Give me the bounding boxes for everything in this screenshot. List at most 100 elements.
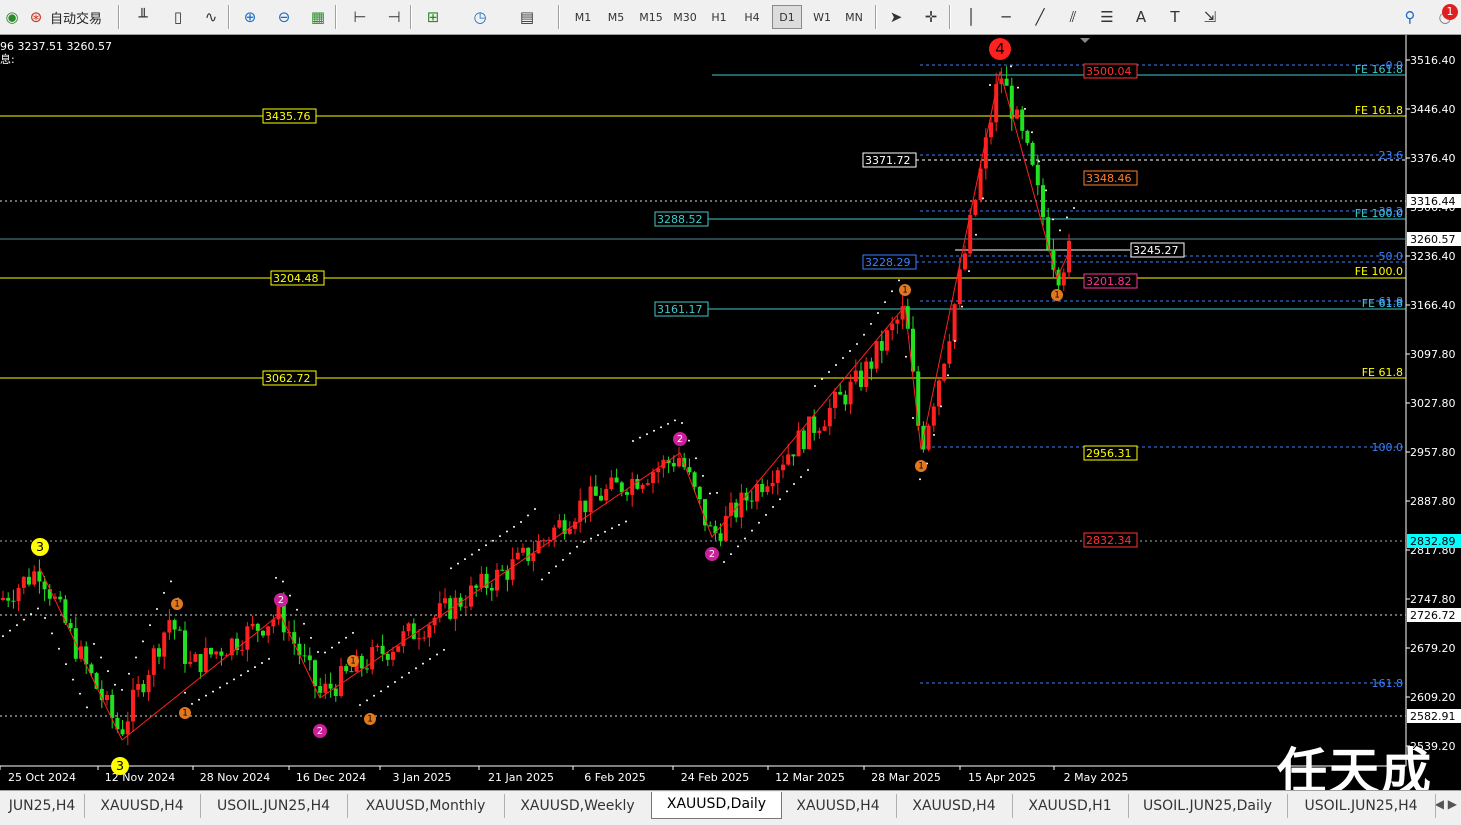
timeframe-m15[interactable]: M15 bbox=[636, 5, 666, 29]
sar-dot bbox=[1017, 86, 1019, 89]
timeframe-h1[interactable]: H1 bbox=[704, 5, 734, 29]
sar-dot bbox=[121, 688, 123, 691]
timeframe-w1[interactable]: W1 bbox=[807, 5, 837, 29]
date-axis-label: 16 Dec 2024 bbox=[296, 771, 366, 784]
wave-count-label: 1 bbox=[182, 708, 187, 718]
sar-dot bbox=[191, 702, 193, 705]
zoom-in-icon[interactable]: ⊕ bbox=[238, 5, 262, 29]
candle-body bbox=[718, 533, 723, 541]
timeframe-m5[interactable]: M5 bbox=[601, 5, 631, 29]
sar-dot bbox=[534, 507, 536, 510]
bar-chart-icon[interactable]: ╨ bbox=[131, 5, 155, 29]
sar-dot bbox=[954, 339, 956, 342]
search-icon[interactable]: ⚲ bbox=[1398, 5, 1422, 29]
sar-dot bbox=[912, 416, 914, 419]
candle-body bbox=[151, 648, 156, 675]
periods-icon[interactable]: ◷ bbox=[468, 5, 492, 29]
tile-windows-icon[interactable]: ▦ bbox=[306, 5, 330, 29]
candle-body bbox=[1025, 130, 1030, 143]
text-label-icon[interactable]: T bbox=[1163, 5, 1187, 29]
indicators-icon[interactable]: ⊞ bbox=[421, 5, 445, 29]
sar-dot bbox=[1024, 107, 1026, 110]
candle-body bbox=[188, 661, 193, 664]
chart-tab[interactable]: XAUUSD,Weekly bbox=[504, 794, 652, 818]
chart-tab[interactable]: XAUUSD,H4 bbox=[780, 794, 897, 818]
sar-dot bbox=[576, 545, 578, 548]
chart-tab[interactable]: XAUUSD,H4 bbox=[84, 794, 201, 818]
toolbar-separator bbox=[410, 5, 412, 29]
horizontal-line-icon[interactable]: ─ bbox=[994, 5, 1018, 29]
chart-tab[interactable]: USOIL.JUN25,H4 bbox=[1287, 794, 1436, 818]
sar-dot bbox=[779, 498, 781, 501]
timeframe-mn[interactable]: MN bbox=[839, 5, 869, 29]
price-marker-label: 2726.72 bbox=[1410, 609, 1456, 622]
sar-dot bbox=[212, 690, 214, 693]
candle-body bbox=[307, 655, 312, 661]
auto-trading-icon[interactable]: ⊛ bbox=[24, 5, 48, 29]
timeframe-m1[interactable]: M1 bbox=[568, 5, 598, 29]
candle-body bbox=[848, 381, 853, 405]
fibonacci-icon[interactable]: ☰ bbox=[1095, 5, 1119, 29]
zigzag-wave-line bbox=[39, 71, 1071, 741]
crosshair-icon[interactable]: ✛ bbox=[919, 5, 943, 29]
info-text: 息: bbox=[0, 52, 15, 66]
arrows-icon[interactable]: ⇲ bbox=[1198, 5, 1222, 29]
candle-body bbox=[370, 647, 375, 670]
chart-shift-icon[interactable]: ⊢ bbox=[348, 5, 372, 29]
candle-body bbox=[947, 341, 952, 364]
chart-tab[interactable]: XAUUSD,Daily bbox=[651, 792, 782, 819]
candle-body bbox=[16, 587, 21, 602]
candle-body bbox=[957, 269, 962, 305]
price-axis-label: 2609.20 bbox=[1410, 691, 1456, 704]
toolbar-separator bbox=[949, 5, 951, 29]
timeframe-d1[interactable]: D1 bbox=[772, 5, 802, 29]
candle-body bbox=[739, 492, 744, 518]
templates-icon[interactable]: ▤ bbox=[515, 5, 539, 29]
candle-body bbox=[120, 729, 125, 735]
sar-dot bbox=[814, 384, 816, 387]
candle-body bbox=[931, 406, 936, 426]
candle-body bbox=[869, 361, 874, 369]
candle-body bbox=[105, 694, 109, 701]
text-icon[interactable]: A bbox=[1129, 5, 1153, 29]
sar-dot bbox=[436, 653, 438, 656]
candle-body bbox=[827, 407, 832, 427]
zoom-out-icon[interactable]: ⊖ bbox=[272, 5, 296, 29]
candle-body bbox=[926, 425, 931, 450]
sar-dot bbox=[51, 632, 53, 635]
sar-dot bbox=[639, 436, 641, 439]
cursor-icon[interactable]: ➤ bbox=[884, 5, 908, 29]
candle-body bbox=[349, 671, 354, 673]
candle-body bbox=[391, 651, 395, 660]
candle-body bbox=[531, 553, 536, 562]
connection-icon[interactable]: ◉ bbox=[0, 5, 24, 29]
candle-body bbox=[640, 484, 645, 489]
trendline-icon[interactable]: ╱ bbox=[1028, 5, 1052, 29]
timeframe-h4[interactable]: H4 bbox=[737, 5, 767, 29]
chart-tab[interactable]: JUN25,H4 bbox=[0, 794, 85, 818]
chart-tab[interactable]: XAUUSD,H1 bbox=[1012, 794, 1129, 818]
chart-tab[interactable]: USOIL.JUN25,H4 bbox=[200, 794, 348, 818]
line-chart-icon[interactable]: ∿ bbox=[199, 5, 223, 29]
sar-dot bbox=[849, 349, 851, 352]
wave-count-label: 2 bbox=[677, 434, 683, 445]
chart-tab[interactable]: USOIL.JUN25,Daily bbox=[1128, 794, 1288, 818]
price-label: 2832.34 bbox=[1086, 534, 1132, 547]
vertical-line-icon[interactable]: │ bbox=[959, 5, 983, 29]
channel-icon[interactable]: ⫽ bbox=[1061, 5, 1085, 29]
candle-body bbox=[812, 416, 817, 433]
candle-body bbox=[474, 585, 479, 588]
tab-scroll-arrows-icon[interactable]: ◀ ▶ bbox=[1435, 797, 1457, 811]
auto-scroll-icon[interactable]: ⊣ bbox=[382, 5, 406, 29]
timeframe-m30[interactable]: M30 bbox=[670, 5, 700, 29]
wave-count-label: 2 bbox=[709, 549, 715, 560]
fibonacci-label: FE 61.8 bbox=[1362, 366, 1403, 379]
candlestick-icon[interactable]: ▯ bbox=[166, 5, 190, 29]
price-axis-label: 2957.80 bbox=[1410, 446, 1456, 459]
chart-tab[interactable]: XAUUSD,H4 bbox=[896, 794, 1013, 818]
price-chart[interactable]: 3435.76 3204.48 3062.72 3288.52 3161.17 3371.… bbox=[0, 35, 1461, 790]
autotrade-button-label[interactable]: 自动交易 bbox=[50, 5, 102, 29]
chart-canvas[interactable]: 3435.76 3204.48 3062.72 3288.52 3161.17 3371.… bbox=[0, 35, 1461, 790]
candle-body bbox=[318, 686, 323, 693]
chart-tab[interactable]: XAUUSD,Monthly bbox=[347, 794, 505, 818]
